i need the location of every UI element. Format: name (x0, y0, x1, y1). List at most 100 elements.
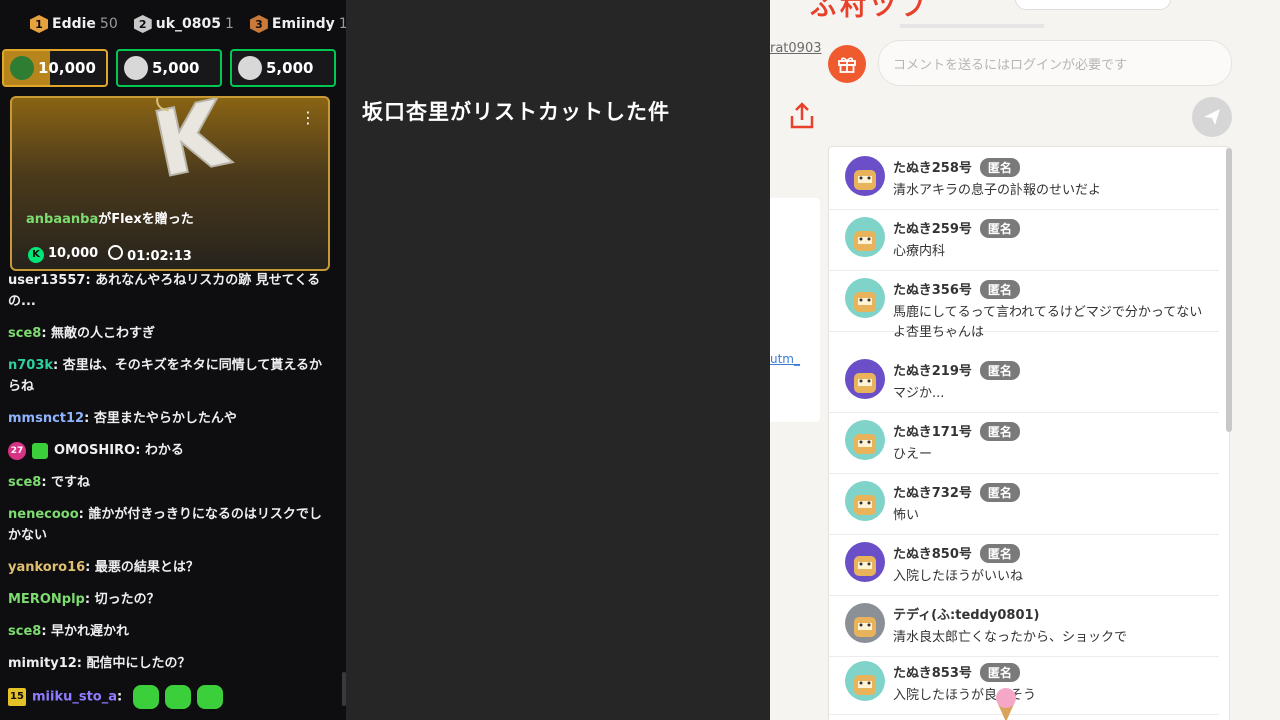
chat-colon: : (117, 689, 127, 705)
site-logo[interactable]: ふ村ツブ (810, 0, 980, 22)
comment-item: たぬき356号 匿名 馬鹿にしてるって言われてるけどマジで分かってないよ杏里ちゃんは (829, 271, 1219, 340)
chat-message: n703k: 杏里は、そのキズをネタに同情して貰えるからね (8, 355, 334, 397)
comment-input[interactable]: コメントを送るにはログインが必要です (878, 40, 1232, 86)
avatar[interactable] (845, 359, 885, 399)
gift-time: 01:02:13 (108, 245, 192, 264)
chat-colon: : (84, 411, 94, 426)
avatar[interactable] (845, 603, 885, 643)
chat-username[interactable]: miiku_sto_a (32, 690, 117, 705)
anon-badge: 匿名 (979, 663, 1020, 682)
chat-username[interactable]: sce8 (8, 326, 41, 341)
chat-message: user13557: あれなんやろねリスカの跡 見せてくるの... (8, 270, 334, 312)
comment-author[interactable]: テディ(ふ:teddy0801) (893, 608, 1039, 623)
leaderboard-name: Emiindy (271, 16, 335, 32)
comment-text: 怖い (893, 508, 920, 523)
comment-name[interactable]: たぬき356号 匿名 (893, 279, 1020, 299)
chat-username[interactable]: OMOSHIRO (54, 443, 135, 458)
share-icon[interactable] (784, 98, 820, 134)
comment-name[interactable]: たぬき853号 匿名 (893, 662, 1020, 682)
leaderboard-item[interactable]: 2 uk_0805 1 (133, 15, 234, 33)
comment-author[interactable]: たぬき219号 (893, 364, 972, 379)
chat-username[interactable]: user13557 (8, 273, 85, 288)
comment-name[interactable]: たぬき258号 匿名 (893, 157, 1020, 177)
gift-button[interactable] (828, 45, 866, 83)
comment-author[interactable]: たぬき732号 (893, 486, 972, 501)
leaderboard-name: Eddie (52, 16, 96, 32)
leaderboard-item[interactable]: 3 Emiindy 1 (249, 15, 346, 33)
header-progress-bar (900, 24, 1044, 28)
avatar[interactable] (845, 156, 885, 196)
avatar[interactable] (845, 217, 885, 257)
tanuki-avatar-icon (854, 434, 876, 454)
leaderboard-count: 50 (99, 16, 118, 32)
comment-author[interactable]: たぬき853号 (893, 666, 972, 681)
chat-text: 最悪の結果とは？ (94, 560, 199, 575)
chat-message: mmsnct12: 杏里またやらかしたんや (8, 408, 334, 429)
chat-message: sce8: 無敵の人こわすぎ (8, 323, 334, 344)
comment-text: 清水アキラの息子の訃報のせいだよ (893, 183, 1102, 198)
ice-cream-sticker-icon (996, 688, 1016, 720)
comment-author[interactable]: たぬき259号 (893, 222, 972, 237)
comment-author[interactable]: たぬき850号 (893, 547, 972, 562)
side-link[interactable]: utm_ (770, 352, 800, 366)
comment-item: たぬき259号 匿名 心療内科 (829, 210, 1219, 271)
comment-scrollbar[interactable] (1226, 148, 1232, 432)
comment-author[interactable]: たぬき171号 (893, 425, 972, 440)
tanuki-avatar-icon (854, 556, 876, 576)
tanuki-avatar-icon (854, 292, 876, 312)
chat-message: nenecooo: 誰かが付きっきりになるのはリスクでしかない (8, 504, 334, 546)
anon-badge: 匿名 (979, 544, 1020, 563)
gift-user[interactable]: anbaanba (26, 212, 98, 227)
gift-stats: K 10,000 01:02:13 (28, 245, 192, 264)
comment-item: たぬき732号 匿名怖い (829, 474, 1219, 535)
chat-text: 早かれ遅かれ (51, 624, 130, 639)
comment-author[interactable]: たぬき356号 (893, 283, 972, 298)
header-search-pill[interactable] (1015, 0, 1171, 10)
gift-tile[interactable]: 5,000 (116, 49, 222, 87)
comment-item: たぬき850号 匿名 入院したほうがいいね (829, 535, 1219, 596)
comment-text: 入院したほうが良さそう (893, 688, 1037, 703)
comment-name[interactable]: たぬき171号 匿名 (893, 421, 1020, 441)
gift-tile[interactable]: 10,000 (2, 49, 108, 87)
avatar[interactable] (845, 278, 885, 318)
chat-message: 27 OMOSHIRO: わかる (8, 440, 334, 461)
more-options-icon[interactable]: ⋮ (300, 108, 316, 127)
comment-name[interactable]: たぬき732号 匿名 (893, 482, 1020, 502)
tanuki-avatar-icon (854, 170, 876, 190)
chat-colon: : (135, 443, 145, 458)
gift-card: ⋮ anbaanbaがFlexを贈った K 10,000 01:02:13 (10, 96, 330, 271)
chat-username[interactable]: yankoro16 (8, 560, 85, 575)
avatar[interactable] (845, 481, 885, 521)
avatar[interactable] (845, 542, 885, 582)
comment-item: たぬき258号 匿名清水アキラの息子の訃報のせいだよ (829, 149, 1219, 210)
anon-badge: 匿名 (979, 219, 1020, 238)
send-button[interactable] (1192, 97, 1232, 137)
chat-username[interactable]: nenecooo (8, 507, 79, 522)
user-link[interactable]: rat0903 (770, 41, 822, 56)
comment-name[interactable]: テディ(ふ:teddy0801) (893, 604, 1039, 623)
leaderboard-name: uk_0805 (155, 16, 221, 32)
chat-username[interactable]: sce8 (8, 475, 41, 490)
avatar[interactable] (845, 661, 885, 701)
chat-username[interactable]: n703k (8, 358, 53, 373)
rank-badge-icon: 2 (133, 15, 152, 33)
gift-tile[interactable]: 5,000 (230, 49, 336, 87)
kick-coin-icon: K (28, 246, 44, 263)
comment-text: ひえー (893, 447, 933, 462)
chat-username[interactable]: mimity12 (8, 656, 77, 671)
clock-icon (108, 245, 124, 260)
chat-colon: : (41, 326, 52, 341)
chat-username[interactable]: sce8 (8, 624, 41, 639)
comment-name[interactable]: たぬき850号 匿名 (893, 543, 1020, 563)
comment-name[interactable]: たぬき219号 匿名 (893, 360, 1020, 380)
chat-username[interactable]: MERONplp (8, 592, 85, 607)
comment-author[interactable]: たぬき258号 (893, 161, 972, 176)
comment-text: 清水良太郎亡くなったから、ショックで (893, 630, 1128, 645)
avatar[interactable] (845, 420, 885, 460)
chat-colon: : (84, 592, 95, 607)
chat-username[interactable]: mmsnct12 (8, 411, 84, 426)
comment-name[interactable]: たぬき259号 匿名 (893, 218, 1020, 238)
chat-colon: : (78, 507, 89, 522)
gift-coins-value: 10,000 (48, 246, 99, 262)
leaderboard-item[interactable]: 1 Eddie 50 (30, 15, 118, 33)
